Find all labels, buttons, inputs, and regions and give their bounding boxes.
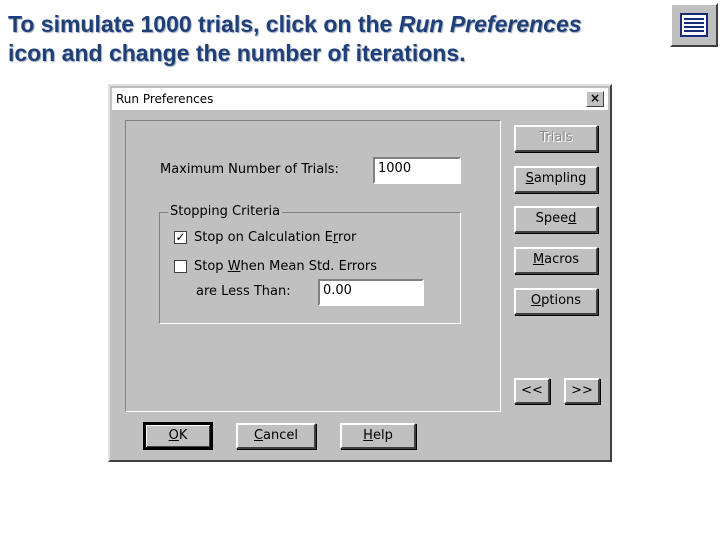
ok-button[interactable]: OK — [143, 422, 213, 450]
max-trials-value: 1000 — [378, 161, 412, 176]
list-document-icon — [680, 13, 708, 37]
options-button[interactable]: Options — [514, 288, 598, 315]
instruction-emphasis: Run Preferences — [398, 11, 582, 37]
less-than-value: 0.00 — [323, 283, 352, 298]
less-than-input[interactable]: 0.00 — [318, 279, 424, 306]
run-preferences-icon[interactable] — [670, 3, 718, 47]
sampling-button[interactable]: Sampling — [514, 166, 598, 193]
double-chevron-right-icon: >> — [571, 383, 593, 398]
dialog-titlebar: Run Preferences × — [112, 88, 608, 110]
stopping-criteria-title: Stopping Criteria — [168, 204, 283, 219]
double-chevron-left-icon: << — [521, 383, 543, 398]
help-button[interactable]: Help — [340, 423, 416, 449]
previous-button[interactable]: << — [514, 378, 550, 404]
instruction-text: To simulate 1000 trials, click on the Ru… — [8, 10, 668, 68]
next-button[interactable]: >> — [564, 378, 600, 404]
speed-button[interactable]: Speed — [514, 206, 598, 233]
cancel-button[interactable]: Cancel — [236, 423, 316, 449]
stop-when-mean-checkbox[interactable] — [174, 260, 187, 273]
trials-button[interactable]: Trials — [514, 125, 598, 152]
max-trials-input[interactable]: 1000 — [373, 157, 461, 184]
stop-on-calc-error-label: Stop on Calculation Error — [194, 230, 357, 245]
instruction-part1: To simulate 1000 trials, click on the — [8, 11, 399, 37]
close-icon: × — [589, 91, 601, 105]
stop-when-mean-label: Stop When Mean Std. Errors — [194, 259, 378, 274]
run-preferences-dialog: Run Preferences × Maximum Number of Tria… — [108, 84, 612, 462]
less-than-label: are Less Than: — [196, 284, 291, 299]
checkmark-icon: ✓ — [175, 230, 186, 244]
stop-on-calc-error-checkbox[interactable]: ✓ — [174, 231, 187, 244]
close-button[interactable]: × — [586, 91, 604, 107]
instruction-part2: icon and change the number of iterations… — [8, 40, 466, 66]
max-trials-label: Maximum Number of Trials: — [160, 162, 339, 177]
macros-button[interactable]: Macros — [514, 247, 598, 274]
dialog-title: Run Preferences — [116, 92, 214, 106]
